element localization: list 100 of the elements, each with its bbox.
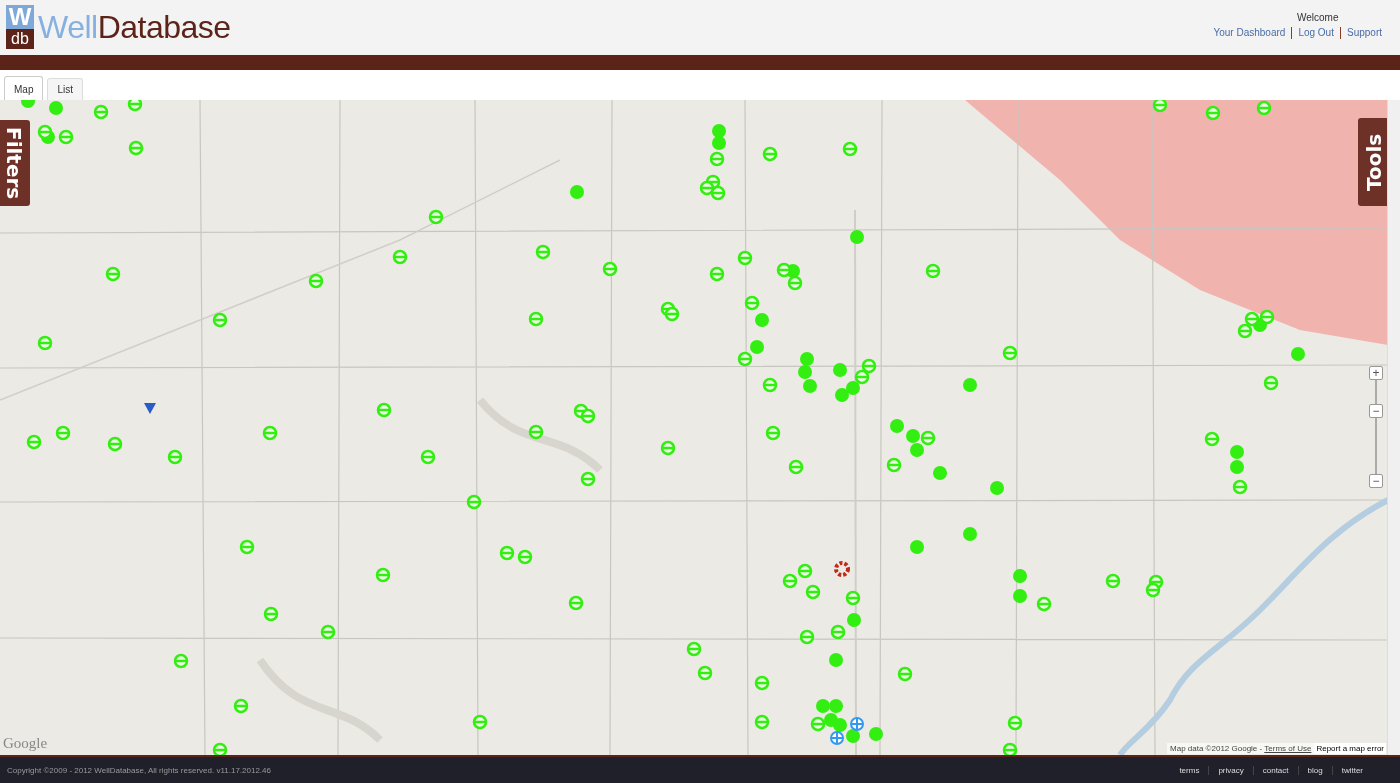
- well-dot-icon[interactable]: [755, 313, 769, 327]
- well-ring-icon[interactable]: [580, 471, 596, 487]
- well-ring-icon[interactable]: [128, 140, 144, 156]
- well-ring-icon[interactable]: [212, 742, 228, 755]
- well-ring-icon[interactable]: [805, 584, 821, 600]
- triangle-marker-icon[interactable]: [144, 403, 156, 414]
- crosshair-icon[interactable]: [850, 717, 864, 731]
- well-ring-icon[interactable]: [1002, 742, 1018, 755]
- well-ring-icon[interactable]: [788, 459, 804, 475]
- well-dot-icon[interactable]: [49, 101, 63, 115]
- well-ring-icon[interactable]: [810, 716, 826, 732]
- well-ring-icon[interactable]: [376, 402, 392, 418]
- well-dot-icon[interactable]: [816, 699, 830, 713]
- well-ring-icon[interactable]: [239, 539, 255, 555]
- well-ring-icon[interactable]: [920, 430, 936, 446]
- well-ring-icon[interactable]: [308, 273, 324, 289]
- well-ring-icon[interactable]: [37, 124, 53, 140]
- well-ring-icon[interactable]: [1152, 100, 1168, 113]
- well-ring-icon[interactable]: [710, 185, 726, 201]
- well-dot-icon[interactable]: [850, 230, 864, 244]
- well-ring-icon[interactable]: [127, 100, 143, 112]
- well-ring-icon[interactable]: [580, 408, 596, 424]
- well-ring-icon[interactable]: [925, 263, 941, 279]
- header-link[interactable]: Log Out: [1291, 27, 1340, 39]
- well-ring-icon[interactable]: [754, 675, 770, 691]
- well-ring-icon[interactable]: [528, 311, 544, 327]
- well-dot-icon[interactable]: [798, 365, 812, 379]
- well-ring-icon[interactable]: [737, 351, 753, 367]
- well-dot-icon[interactable]: [829, 653, 843, 667]
- scrollbar[interactable]: [1387, 100, 1400, 755]
- zoom-out-button[interactable]: −: [1369, 474, 1383, 488]
- well-dot-icon[interactable]: [835, 388, 849, 402]
- footer-link[interactable]: twitter: [1331, 765, 1372, 775]
- well-ring-icon[interactable]: [320, 624, 336, 640]
- well-ring-icon[interactable]: [167, 449, 183, 465]
- well-ring-icon[interactable]: [1237, 323, 1253, 339]
- well-dot-icon[interactable]: [1013, 589, 1027, 603]
- well-ring-icon[interactable]: [1145, 582, 1161, 598]
- well-ring-icon[interactable]: [765, 425, 781, 441]
- well-ring-icon[interactable]: [499, 545, 515, 561]
- well-ring-icon[interactable]: [797, 563, 813, 579]
- well-ring-icon[interactable]: [233, 698, 249, 714]
- well-ring-icon[interactable]: [1263, 375, 1279, 391]
- well-dot-icon[interactable]: [803, 379, 817, 393]
- well-ring-icon[interactable]: [1259, 309, 1275, 325]
- well-ring-icon[interactable]: [1105, 573, 1121, 589]
- header-link[interactable]: Support: [1339, 27, 1388, 39]
- tools-tab[interactable]: Tools: [1358, 118, 1388, 206]
- well-ring-icon[interactable]: [664, 306, 680, 322]
- well-ring-icon[interactable]: [845, 590, 861, 606]
- well-ring-icon[interactable]: [420, 449, 436, 465]
- well-ring-icon[interactable]: [37, 335, 53, 351]
- well-ring-icon[interactable]: [737, 250, 753, 266]
- well-ring-icon[interactable]: [107, 436, 123, 452]
- well-ring-icon[interactable]: [1002, 345, 1018, 361]
- well-dot-icon[interactable]: [933, 466, 947, 480]
- well-ring-icon[interactable]: [528, 424, 544, 440]
- well-ring-icon[interactable]: [660, 440, 676, 456]
- well-ring-icon[interactable]: [754, 714, 770, 730]
- well-dot-icon[interactable]: [846, 729, 860, 743]
- well-ring-icon[interactable]: [709, 151, 725, 167]
- well-ring-icon[interactable]: [1205, 105, 1221, 121]
- well-ring-icon[interactable]: [212, 312, 228, 328]
- well-ring-icon[interactable]: [799, 629, 815, 645]
- terms-link[interactable]: Terms of Use: [1264, 744, 1312, 753]
- well-ring-icon[interactable]: [762, 377, 778, 393]
- well-ring-icon[interactable]: [602, 261, 618, 277]
- well-dot-icon[interactable]: [963, 378, 977, 392]
- well-ring-icon[interactable]: [173, 653, 189, 669]
- well-ring-icon[interactable]: [686, 641, 702, 657]
- well-dot-icon[interactable]: [990, 481, 1004, 495]
- well-dot-icon[interactable]: [833, 718, 847, 732]
- well-dot-icon[interactable]: [846, 381, 860, 395]
- well-ring-icon[interactable]: [428, 209, 444, 225]
- zoom-slider[interactable]: −: [1369, 380, 1383, 474]
- well-ring-icon[interactable]: [886, 457, 902, 473]
- crosshair-icon[interactable]: [830, 731, 844, 745]
- well-ring-icon[interactable]: [58, 129, 74, 145]
- well-ring-icon[interactable]: [782, 573, 798, 589]
- well-dot-icon[interactable]: [800, 352, 814, 366]
- well-ring-icon[interactable]: [466, 494, 482, 510]
- well-dot-icon[interactable]: [1230, 460, 1244, 474]
- well-ring-icon[interactable]: [697, 665, 713, 681]
- gear-icon[interactable]: [834, 561, 850, 577]
- well-dot-icon[interactable]: [890, 419, 904, 433]
- header-link[interactable]: Your Dashboard: [1207, 27, 1292, 39]
- well-ring-icon[interactable]: [897, 666, 913, 682]
- zoom-in-button[interactable]: +: [1369, 366, 1383, 380]
- well-dot-icon[interactable]: [712, 136, 726, 150]
- well-ring-icon[interactable]: [105, 266, 121, 282]
- well-dot-icon[interactable]: [829, 699, 843, 713]
- well-ring-icon[interactable]: [1036, 596, 1052, 612]
- well-dot-icon[interactable]: [750, 340, 764, 354]
- footer-link[interactable]: contact: [1252, 765, 1298, 775]
- well-dot-icon[interactable]: [963, 527, 977, 541]
- tab[interactable]: Map: [4, 76, 44, 100]
- well-dot-icon[interactable]: [833, 363, 847, 377]
- well-dot-icon[interactable]: [847, 613, 861, 627]
- well-ring-icon[interactable]: [787, 275, 803, 291]
- well-ring-icon[interactable]: [1232, 479, 1248, 495]
